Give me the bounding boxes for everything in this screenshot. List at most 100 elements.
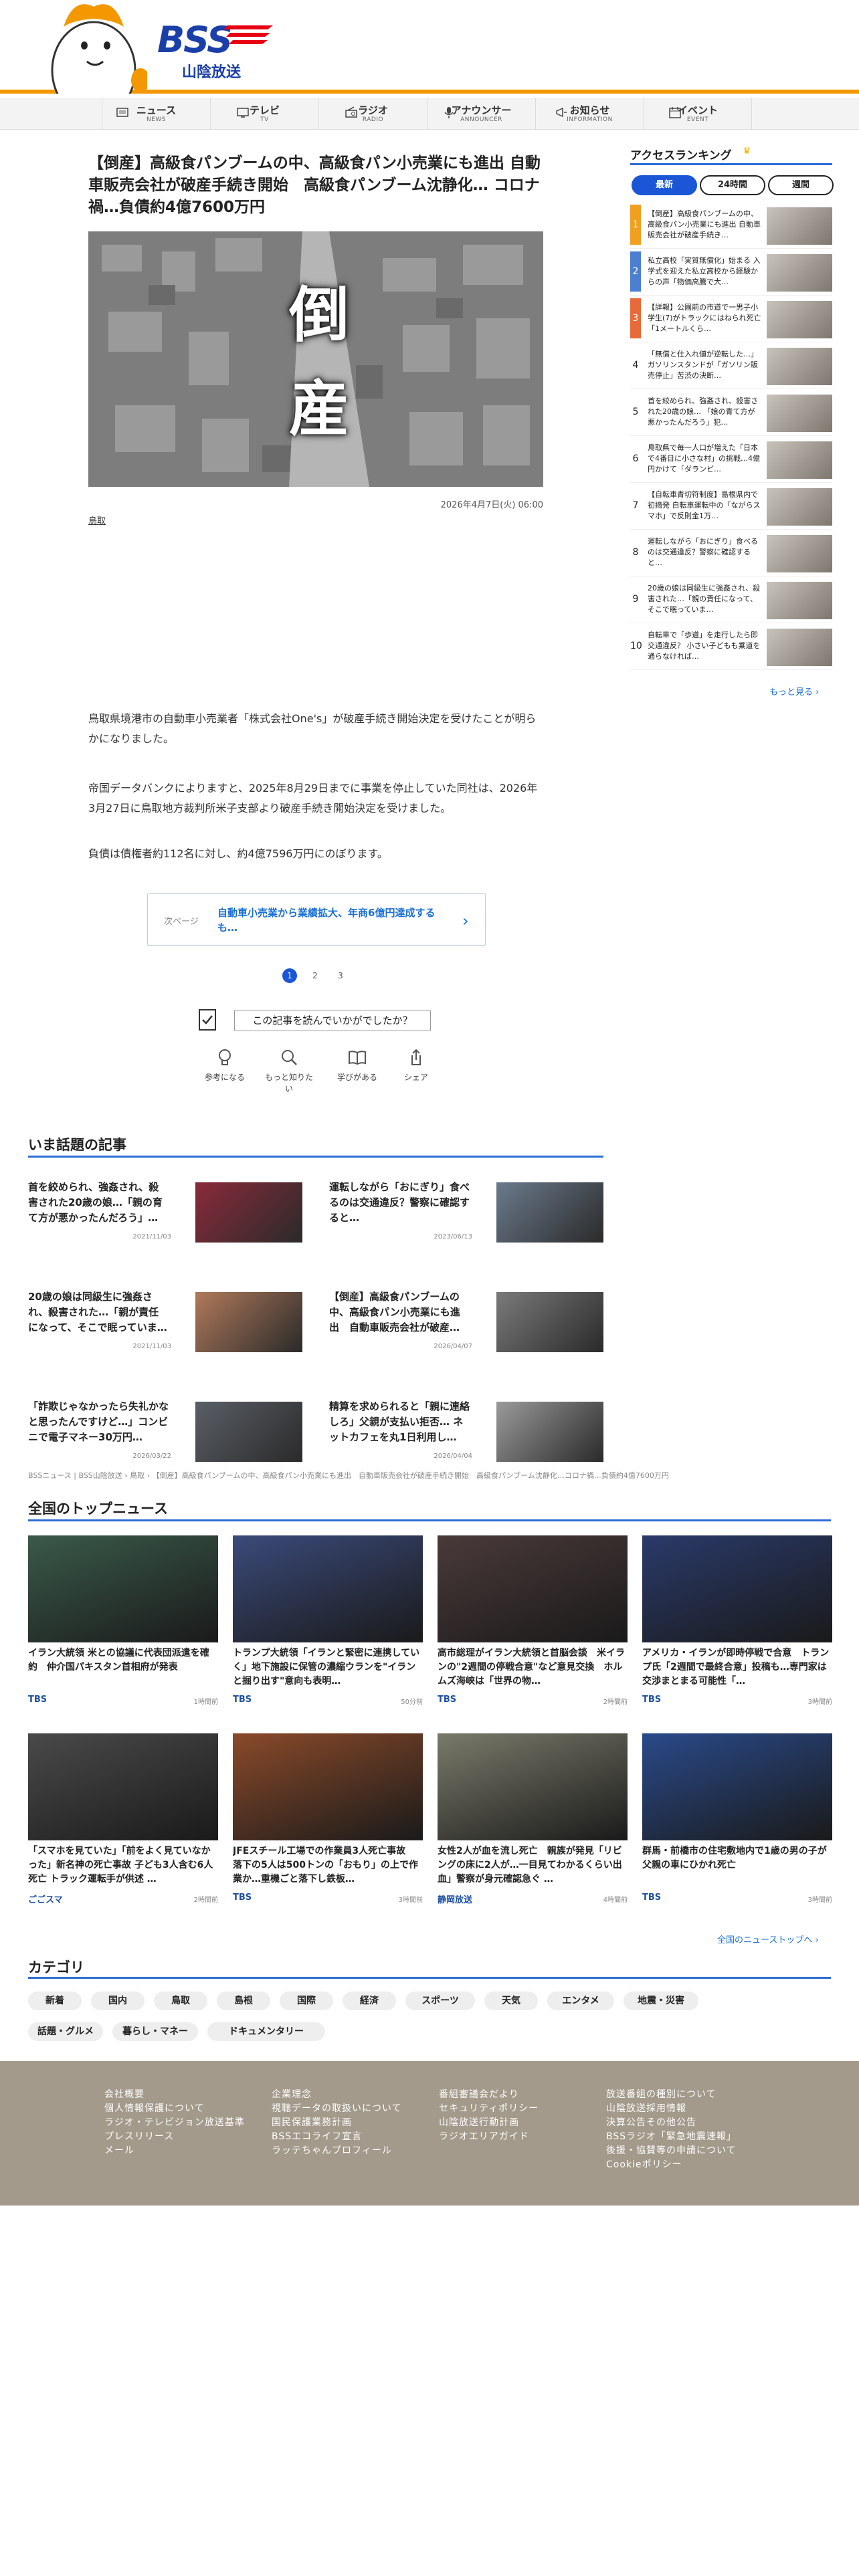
footer-link[interactable]: ラジオ・テレビジョン放送基準	[104, 2116, 272, 2130]
city-aerial-photo	[88, 231, 543, 487]
ranking-item[interactable]: 4 「無償と仕入れ値が逆転した…」ガソリンスタンドが「ガソリン販売停止」苦渋の決断…	[630, 345, 832, 389]
national-news-item[interactable]: 群馬・前橋市の住宅敷地内で1歳の男の子が父親の車にひかれ死亡 TBS 3時間前	[642, 1733, 832, 1907]
ranking-tab-weekly[interactable]: 週間	[768, 175, 834, 195]
national-news-time: 2時間前	[603, 1699, 628, 1706]
trending-article[interactable]: 運転しながら「おにぎり」食べるのは交通違反？警察に確認すると… 2023/06/1…	[329, 1180, 603, 1253]
reaction-learned-button[interactable]: 学びがある	[330, 1047, 384, 1083]
trending-thumbnail	[195, 1182, 302, 1243]
category-pill[interactable]: 鳥取	[154, 1992, 207, 2010]
ranking-tab-latest[interactable]: 最新	[632, 175, 697, 195]
trending-article-date: 2026/04/04	[434, 1453, 472, 1460]
ranking-tab-24h[interactable]: 24時間	[700, 175, 765, 195]
nav-item-event[interactable]: イベント EVENT	[644, 98, 752, 130]
footer-link[interactable]: BSSエコライフ宣言	[272, 2130, 439, 2144]
article-tag-link[interactable]: 鳥取	[88, 514, 106, 526]
ranking-item[interactable]: 2 私立高校「実質無償化」始まる 入学式を迎えた私立高校から経験からの声「物価高騰…	[630, 251, 832, 296]
trending-thumbnail	[496, 1292, 603, 1352]
next-page-label: 次ページ	[164, 917, 199, 927]
national-news-more-link[interactable]: 全国のニューストップへ ›	[717, 1933, 819, 1945]
national-news-item[interactable]: トランプ大統領「イランと緊密に連携していく」地下施設に保管の濃縮ウランを"イラン…	[233, 1535, 423, 1709]
national-news-title: イラン大統領 米との協議に代表団派遣を確約 仲介国パキスタン首相府が発表	[28, 1648, 209, 1673]
pagination-page-3[interactable]: 3	[333, 968, 348, 983]
category-pill[interactable]: 新着	[28, 1992, 82, 2010]
national-news-item[interactable]: アメリカ・イランが即時停戦で合意 トランプ氏「2週間で最終合意」投稿も…専門家は…	[642, 1535, 832, 1709]
footer-link[interactable]: ラジオエリアガイド	[439, 2130, 606, 2144]
trending-article[interactable]: 20歳の娘は同級生に強姦され、殺害された…「親が責任になって、そこで眠っていま……	[28, 1289, 302, 1363]
category-pill[interactable]: 島根	[217, 1992, 270, 2010]
pagination-page-1[interactable]: 1	[282, 968, 297, 983]
ranking-thumbnail	[767, 348, 832, 385]
ranking-item-text: 20歳の娘は同級生に強姦され、殺害された…「親の責任になって、そこで眠っていま…	[648, 584, 761, 614]
category-pill[interactable]: 地震・災害	[624, 1992, 698, 2010]
footer-link[interactable]: 企業理念	[272, 2088, 439, 2102]
reaction-label: シェア	[403, 1073, 428, 1082]
ranking-item-text: 首を絞められ、強姦され、殺害された20歳の娘… 「娘の青て方が悪かったんだろう」…	[648, 397, 759, 427]
footer-link[interactable]: 個人情報保護について	[104, 2102, 272, 2116]
category-pill[interactable]: 国際	[280, 1992, 333, 2010]
ranking-item[interactable]: 10 自転車で「歩道」を走行したら即交通違反？ 小さい子どもも乗道を通らなければ…	[630, 626, 832, 670]
ranking-item[interactable]: 8 運転しながら「おにぎり」食べるのは交通違反？警察に確認すると…	[630, 532, 832, 576]
footer-link[interactable]: 番組審議会だより	[439, 2088, 606, 2102]
national-news-item[interactable]: JFEスチール工場での作業員3人死亡事故 落下の5人は500トンの「おもり」の上…	[233, 1733, 423, 1907]
footer-link[interactable]: セキュリティポリシー	[439, 2102, 606, 2116]
reaction-label: もっと知りたい	[264, 1073, 313, 1093]
reaction-want-more-button[interactable]: もっと知りたい	[262, 1047, 316, 1094]
breadcrumb[interactable]: BSSニュース | BSS山陰放送 › 鳥取 › 【倒産】高級食パンブームの中、…	[28, 1470, 831, 1481]
category-pill[interactable]: ドキュメンタリー	[207, 2022, 325, 2041]
nav-item-tv[interactable]: テレビ TV	[210, 98, 318, 130]
national-news-item[interactable]: 「スマホを見ていた」「前をよく見ていなかった」新名神の死亡事故 子ども3人含む6…	[28, 1733, 218, 1907]
footer-link[interactable]: プレスリリース	[104, 2130, 272, 2144]
national-news-item[interactable]: 女性2人が血を流し死亡 親族が発見「リビングの床に2人が…一目見てわかるくらい出…	[438, 1733, 628, 1907]
ranking-number: 10	[630, 641, 642, 651]
footer-link[interactable]: BSSラジオ「緊急地震速報」	[606, 2130, 773, 2144]
footer-link[interactable]: 視聴データの取扱いについて	[272, 2102, 439, 2116]
crown-icon: ♛	[743, 146, 751, 156]
trending-article[interactable]: 首を絞められ、強姦され、殺害された20歳の娘…「親の育て方が悪かったんだろう」……	[28, 1180, 302, 1253]
category-pill[interactable]: 天気	[484, 1992, 538, 2010]
footer-link[interactable]: Cookieポリシー	[606, 2158, 773, 2172]
ranking-more-link[interactable]: もっと見る ›	[769, 685, 819, 697]
category-pill[interactable]: 国内	[91, 1992, 145, 2010]
nav-item-announcer[interactable]: アナウンサー ANNOUNCER	[427, 98, 535, 130]
trending-article[interactable]: 「詐欺じゃなかったら失礼かなと思ったんですけど…」コンビニで電子マネー30万円……	[28, 1399, 302, 1473]
trending-article[interactable]: 【倒産】高級食パンブームの中、高級食パン小売業にも進出 自動車販売会社が破産… 2…	[329, 1289, 603, 1363]
nav-item-information[interactable]: お知らせ INFORMATION	[535, 98, 644, 130]
national-news-thumbnail	[438, 1733, 628, 1840]
ranking-number: 9	[632, 594, 639, 605]
national-news-item[interactable]: 高市総理がイラン大統領と首脳会談 米イランの"2週間の停戦合意"など意見交換 ホ…	[438, 1535, 628, 1709]
footer-link[interactable]: 会社概要	[104, 2088, 272, 2102]
ranking-item[interactable]: 7 【自転車青切符制度】島根県内で初摘発 自転車運転中の「ながらスマホ」で反則金1…	[630, 486, 832, 530]
ranking-number: 7	[632, 500, 639, 511]
reaction-label: 参考になる	[204, 1073, 245, 1082]
ranking-item[interactable]: 9 20歳の娘は同級生に強姦され、殺害された…「親の責任になって、そこで眠っていま…	[630, 579, 832, 623]
ranking-item-text: 【倒産】高級食パンブームの中、高級食パン小売業にも進出 自動車販売会社が破産手続…	[648, 209, 761, 239]
category-pill[interactable]: 暮らし・マネー	[112, 2022, 198, 2041]
ranking-item[interactable]: 5 首を絞められ、強姦され、殺害された20歳の娘… 「娘の青て方が悪かったんだろう…	[630, 392, 832, 436]
share-button[interactable]: シェア	[389, 1047, 443, 1083]
mascot-logo-icon[interactable]	[40, 0, 147, 94]
footer-link[interactable]: 山陰放送行動計画	[439, 2116, 606, 2130]
category-pill[interactable]: 経済	[343, 1992, 396, 2010]
next-page-link[interactable]: 次ページ 自動車小売業から業績拡大、年商6億円達成するも… ›	[147, 893, 486, 946]
category-pill[interactable]: 話題・グルメ	[28, 2022, 103, 2041]
trending-thumbnail	[496, 1402, 603, 1462]
national-news-item[interactable]: イラン大統領 米との協議に代表団派遣を確約 仲介国パキスタン首相府が発表 TBS 1…	[28, 1535, 218, 1709]
footer-link[interactable]: メール	[104, 2144, 272, 2158]
category-pill[interactable]: エンタメ	[547, 1992, 614, 2010]
trending-article[interactable]: 精算を求められると「親に連絡しろ」父親が支払い拒否… ネットカフェを丸1日利用し…	[329, 1399, 603, 1473]
category-pill[interactable]: スポーツ	[405, 1992, 475, 2010]
footer-link[interactable]: 山陰放送採用情報	[606, 2102, 773, 2116]
ranking-item[interactable]: 1 【倒産】高級食パンブームの中、高級食パン小売業にも進出 自動車販売会社が破産手…	[630, 205, 832, 249]
ranking-item[interactable]: 6 鳥取県で毎一人口が増えた「日本で4番目に小さな村」の挑戦…4億円かけて「ダラン…	[630, 439, 832, 483]
nav-item-news[interactable]: ニュース NEWS	[102, 98, 210, 130]
footer-link[interactable]: ラッテちゃんプロフィール	[272, 2144, 439, 2158]
footer-link[interactable]: 放送番組の種別について	[606, 2088, 773, 2102]
pagination-page-2[interactable]: 2	[308, 968, 322, 983]
nav-item-radio[interactable]: ラジオ RADIO	[318, 98, 427, 130]
footer-link[interactable]: 決算公告その他公告	[606, 2116, 773, 2130]
footer-link[interactable]: 国民保護業務計画	[272, 2116, 439, 2130]
ranking-item[interactable]: 3 【詳報】公園前の市道で一男子小学生(7)がトラックにはねられ死亡 「1メートル…	[630, 298, 832, 342]
reaction-helpful-button[interactable]: 参考になる	[198, 1047, 252, 1083]
footer-link[interactable]: 後援・協賛等の申請について	[606, 2144, 773, 2158]
survey-button[interactable]: この記事を読んでいかがでしたか？	[234, 1010, 431, 1031]
